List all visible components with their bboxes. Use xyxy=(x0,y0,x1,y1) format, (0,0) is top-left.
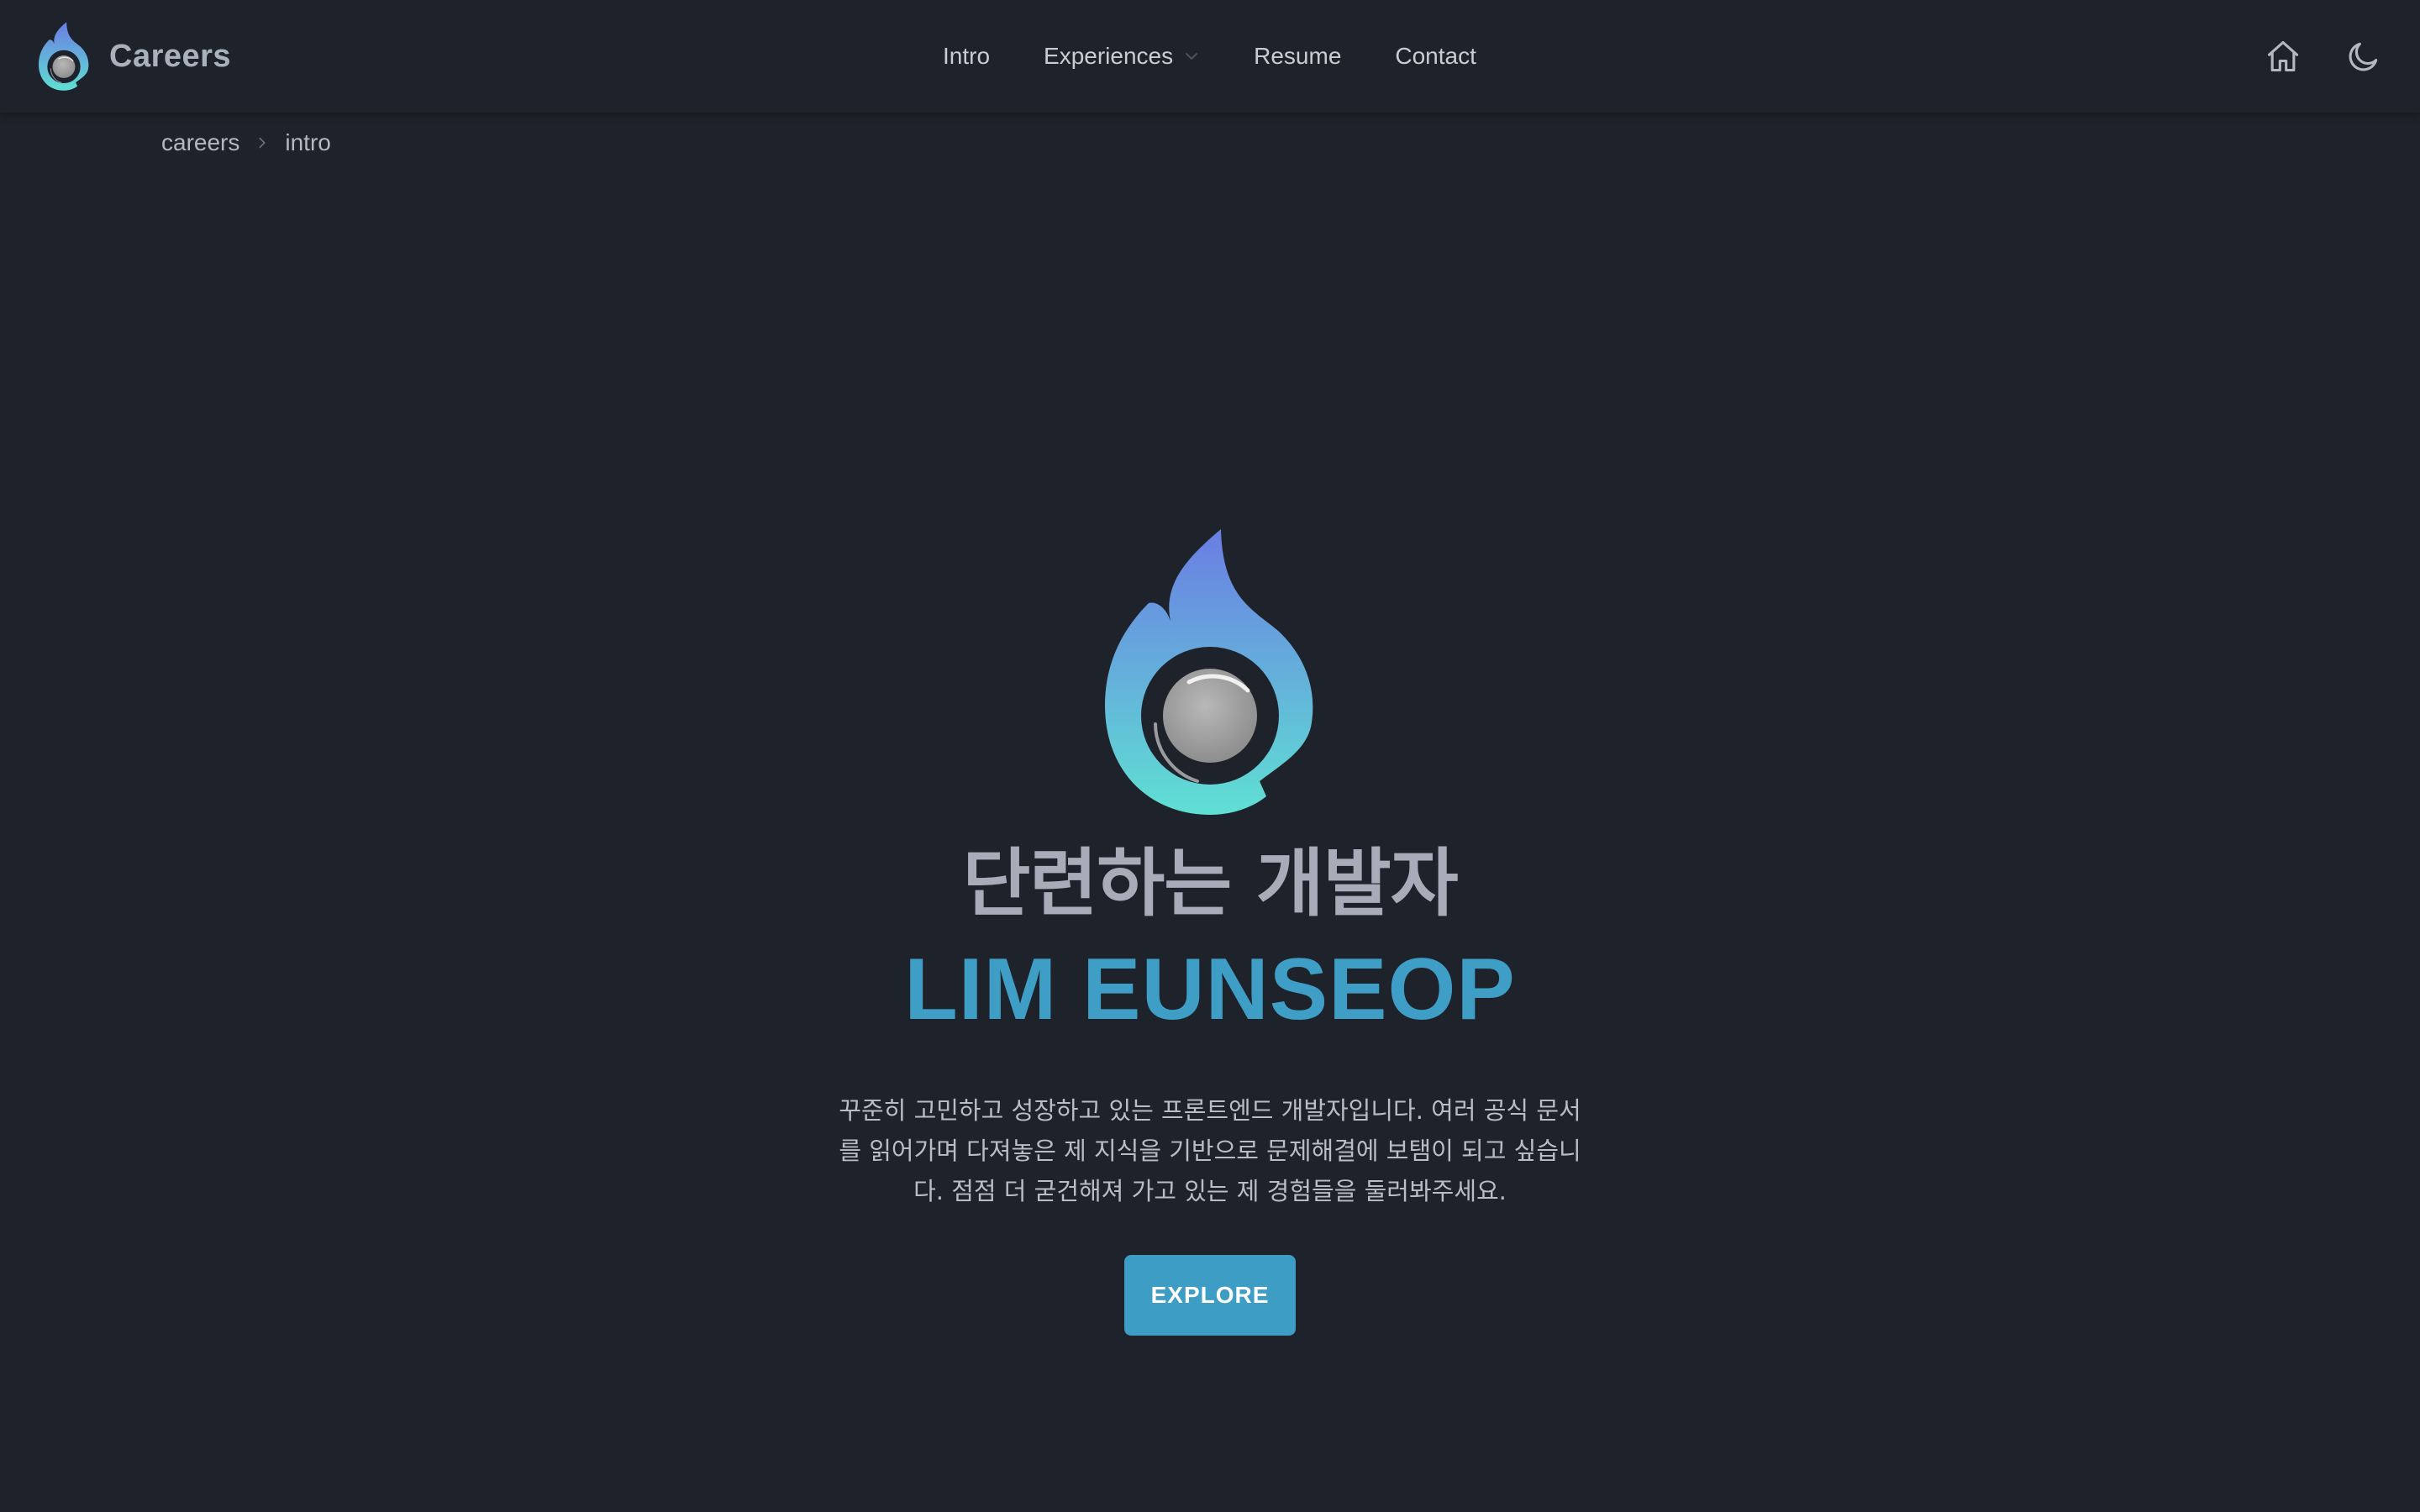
flame-search-logo-icon xyxy=(39,22,89,91)
nav-item-resume[interactable]: Resume xyxy=(1254,43,1341,70)
nav-item-label: Intro xyxy=(943,43,991,69)
home-button[interactable] xyxy=(2264,37,2302,76)
moon-icon xyxy=(2349,42,2378,71)
nav-item-label: Contact xyxy=(1395,43,1476,69)
nav-item-experiences[interactable]: Experiences xyxy=(1044,43,1200,70)
chevron-right-icon xyxy=(259,137,266,149)
breadcrumb: careers intro xyxy=(161,129,331,156)
main-nav: Intro Experiences Resume Contact xyxy=(943,0,1476,113)
top-navbar: Careers Intro Experiences Resume Contact xyxy=(0,0,2420,113)
nav-item-contact[interactable]: Contact xyxy=(1395,43,1476,70)
hero-name: LIM EUNSEOP xyxy=(904,941,1516,1038)
hero-subtitle: 단련하는 개발자 xyxy=(962,840,1458,927)
brand-link[interactable]: Careers xyxy=(39,22,231,91)
brand-title: Careers xyxy=(109,38,232,74)
hero-section: 단련하는 개발자 LIM EUNSEOP 꾸준히 고민하고 성장하고 있는 프론… xyxy=(0,529,2420,1336)
breadcrumb-item-intro: intro xyxy=(285,129,331,155)
nav-actions xyxy=(2264,37,2383,76)
dark-mode-toggle[interactable] xyxy=(2344,37,2383,76)
nav-item-label: Resume xyxy=(1254,43,1342,69)
home-icon xyxy=(2267,40,2299,72)
chevron-down-icon xyxy=(1186,53,1198,60)
nav-item-label: Experiences xyxy=(1044,43,1174,69)
nav-item-intro[interactable]: Intro xyxy=(943,43,990,70)
hero-description: 꾸준히 고민하고 성장하고 있는 프론트엔드 개발자입니다. 여러 공식 문서를… xyxy=(839,1096,1581,1205)
explore-button[interactable]: EXPLORE xyxy=(1124,1255,1296,1336)
breadcrumb-item-careers[interactable]: careers xyxy=(161,129,239,156)
flame-search-logo-icon xyxy=(1105,529,1313,815)
